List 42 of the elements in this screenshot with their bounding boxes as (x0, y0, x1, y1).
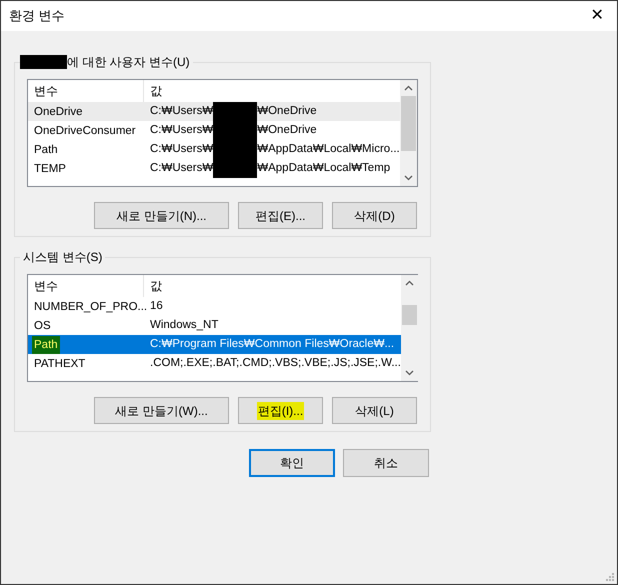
variable-value: C:₩Users₩ (150, 104, 214, 119)
variable-name: PATHEXT (33, 356, 86, 372)
variable-value: ₩OneDrive (257, 122, 317, 138)
variable-value: ₩OneDrive (257, 104, 317, 119)
variable-value: C:₩Users₩ (150, 142, 214, 157)
variable-value: Windows_NT (150, 318, 218, 333)
button[interactable]: 새로 만들기(W)... (94, 397, 229, 424)
variable-value: .COM;.EXE;.BAT;.CMD;.VBS;.VBE;.JS;.JSE;.W... (150, 356, 401, 371)
button[interactable]: 편집(E)... (238, 202, 323, 229)
variable-name: Path (32, 336, 60, 354)
variable-name: OneDrive (33, 104, 84, 120)
variable-name: TEMP (33, 162, 67, 176)
scrollbar-thumb[interactable] (402, 305, 417, 325)
variable-value: 16 (150, 298, 163, 314)
close-button[interactable]: ✕ (585, 4, 609, 28)
variable-value: C:₩Users₩ (150, 160, 214, 176)
variable-value: ₩AppData₩Local₩Temp (257, 160, 390, 176)
highlighted-label: 편집(I)... (256, 402, 304, 420)
group-label: 에 대한 사용자 변수(U) (67, 54, 190, 70)
button[interactable]: 새로 만들기(N)... (94, 202, 229, 229)
group-label: 시스템 변수(S) (23, 249, 102, 265)
button[interactable]: 삭제(D) (332, 202, 417, 229)
button[interactable]: 확인 (249, 449, 335, 477)
resize-grip-icon[interactable] (605, 572, 615, 582)
list-row[interactable]: OneDrive C:₩Users₩ ₩OneDrive (28, 102, 400, 121)
scrollbar-thumb[interactable] (401, 96, 416, 151)
scrollbar[interactable] (400, 275, 418, 381)
column-header[interactable]: 값 (144, 275, 401, 297)
variable-name: NUMBER_OF_PRO... (33, 300, 148, 314)
window-title: 환경 변수 (9, 7, 65, 26)
button[interactable]: 삭제(L) (332, 397, 417, 424)
variable-name: OneDriveConsumer (33, 124, 137, 138)
variable-value: C:₩Program Files₩Common Files₩Oracle₩... (150, 336, 394, 352)
column-header[interactable]: 값 (144, 80, 400, 102)
variable-value: ₩AppData₩Local₩Micro... (257, 142, 400, 157)
scrollbar[interactable] (400, 80, 417, 186)
variable-value: C:₩Users₩ (150, 122, 214, 138)
variable-name: Path (33, 142, 59, 158)
button[interactable]: 편집(I)... (238, 397, 323, 424)
variable-name: OS (33, 318, 52, 334)
list-row[interactable]: Path C:₩Program Files₩Common Files₩Oracle₩... (28, 335, 401, 354)
button[interactable]: 취소 (343, 449, 429, 477)
